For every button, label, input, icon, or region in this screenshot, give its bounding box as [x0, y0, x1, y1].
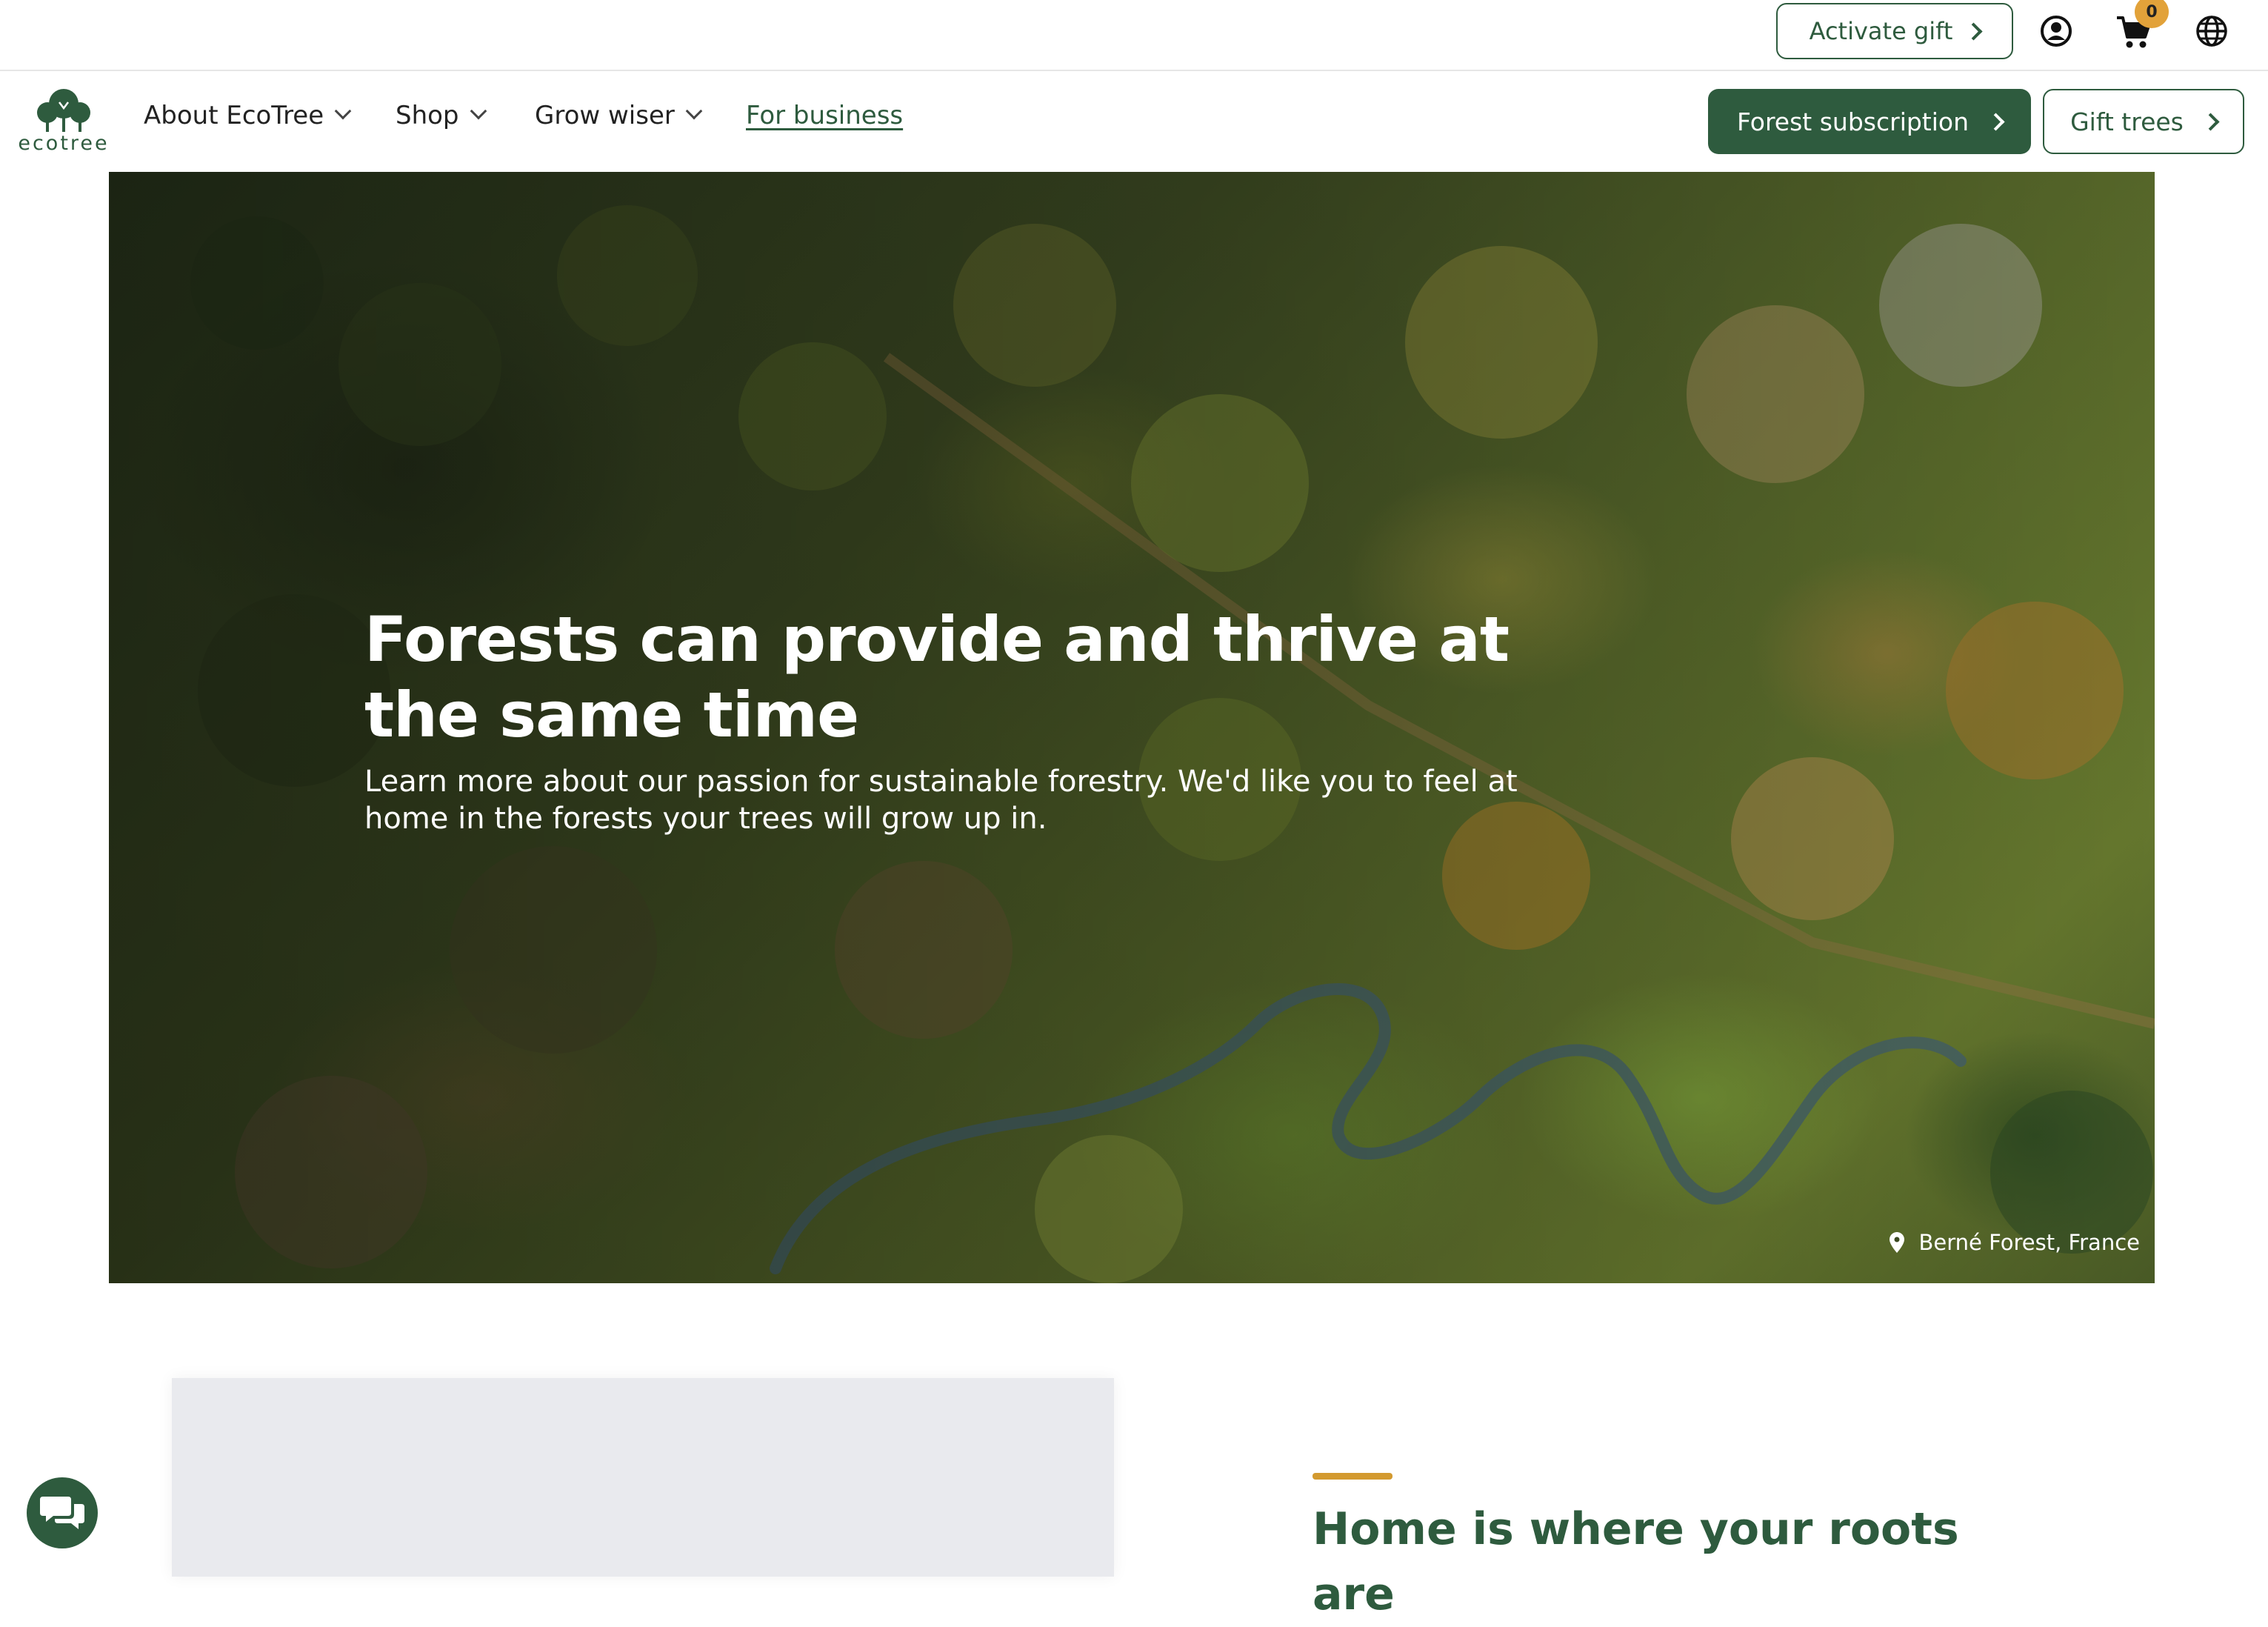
section-title: Home is where your roots are: [1313, 1503, 1959, 1620]
activate-gift-button[interactable]: Activate gift: [1776, 3, 2013, 59]
forest-subscription-button[interactable]: Forest subscription: [1708, 89, 2031, 154]
nav-item-label: Shop: [396, 101, 459, 130]
globe-icon[interactable]: [2195, 15, 2228, 47]
gift-trees-label: Gift trees: [2070, 107, 2184, 136]
map-pin-icon: [1889, 1232, 1904, 1253]
nav-item-label: Grow wiser: [535, 101, 675, 130]
cart-count: 0: [2146, 2, 2158, 21]
chevron-down-icon: [334, 102, 352, 120]
gift-trees-button[interactable]: Gift trees: [2043, 89, 2244, 154]
hero-subtitle: Learn more about our passion for sustain…: [364, 765, 1518, 836]
account-icon[interactable]: [2040, 15, 2072, 47]
nav-link-for-business[interactable]: For business: [746, 101, 903, 130]
chevron-right-icon: [1987, 112, 2005, 131]
nav-item-grow-wiser[interactable]: Grow wiser: [535, 101, 703, 130]
nav-item-about[interactable]: About EcoTree: [144, 101, 352, 130]
logo-wordmark: ecotree: [18, 132, 110, 155]
activate-gift-label: Activate gift: [1809, 17, 1953, 45]
chevron-down-icon: [470, 102, 487, 120]
chevron-right-icon: [2201, 112, 2220, 131]
hero-title: Forests can provide and thrive at the sa…: [364, 603, 1510, 751]
location-caption: Berné Forest, France: [1889, 1230, 2140, 1255]
main-navigation: ecotree About EcoTree Shop Grow wiser Fo…: [0, 71, 2268, 172]
nav-item-shop[interactable]: Shop: [396, 101, 487, 130]
image-placeholder: [172, 1378, 1114, 1577]
chat-button[interactable]: [27, 1477, 98, 1548]
chevron-down-icon: [685, 102, 703, 120]
tree-logo-icon: [37, 89, 90, 132]
forest-subscription-label: Forest subscription: [1736, 107, 1970, 136]
ecotree-logo[interactable]: ecotree: [18, 86, 110, 155]
chat-bubbles-icon: [40, 1497, 84, 1529]
section-accent-line: [1313, 1473, 1393, 1480]
nav-item-label: About EcoTree: [144, 101, 324, 130]
top-utility-bar: Activate gift 0: [0, 0, 2268, 71]
chevron-right-icon: [1964, 21, 1983, 41]
location-text: Berné Forest, France: [1918, 1230, 2140, 1255]
hero-banner: Forests can provide and thrive at the sa…: [109, 172, 2155, 1283]
cart-count-badge: 0: [2135, 0, 2169, 28]
